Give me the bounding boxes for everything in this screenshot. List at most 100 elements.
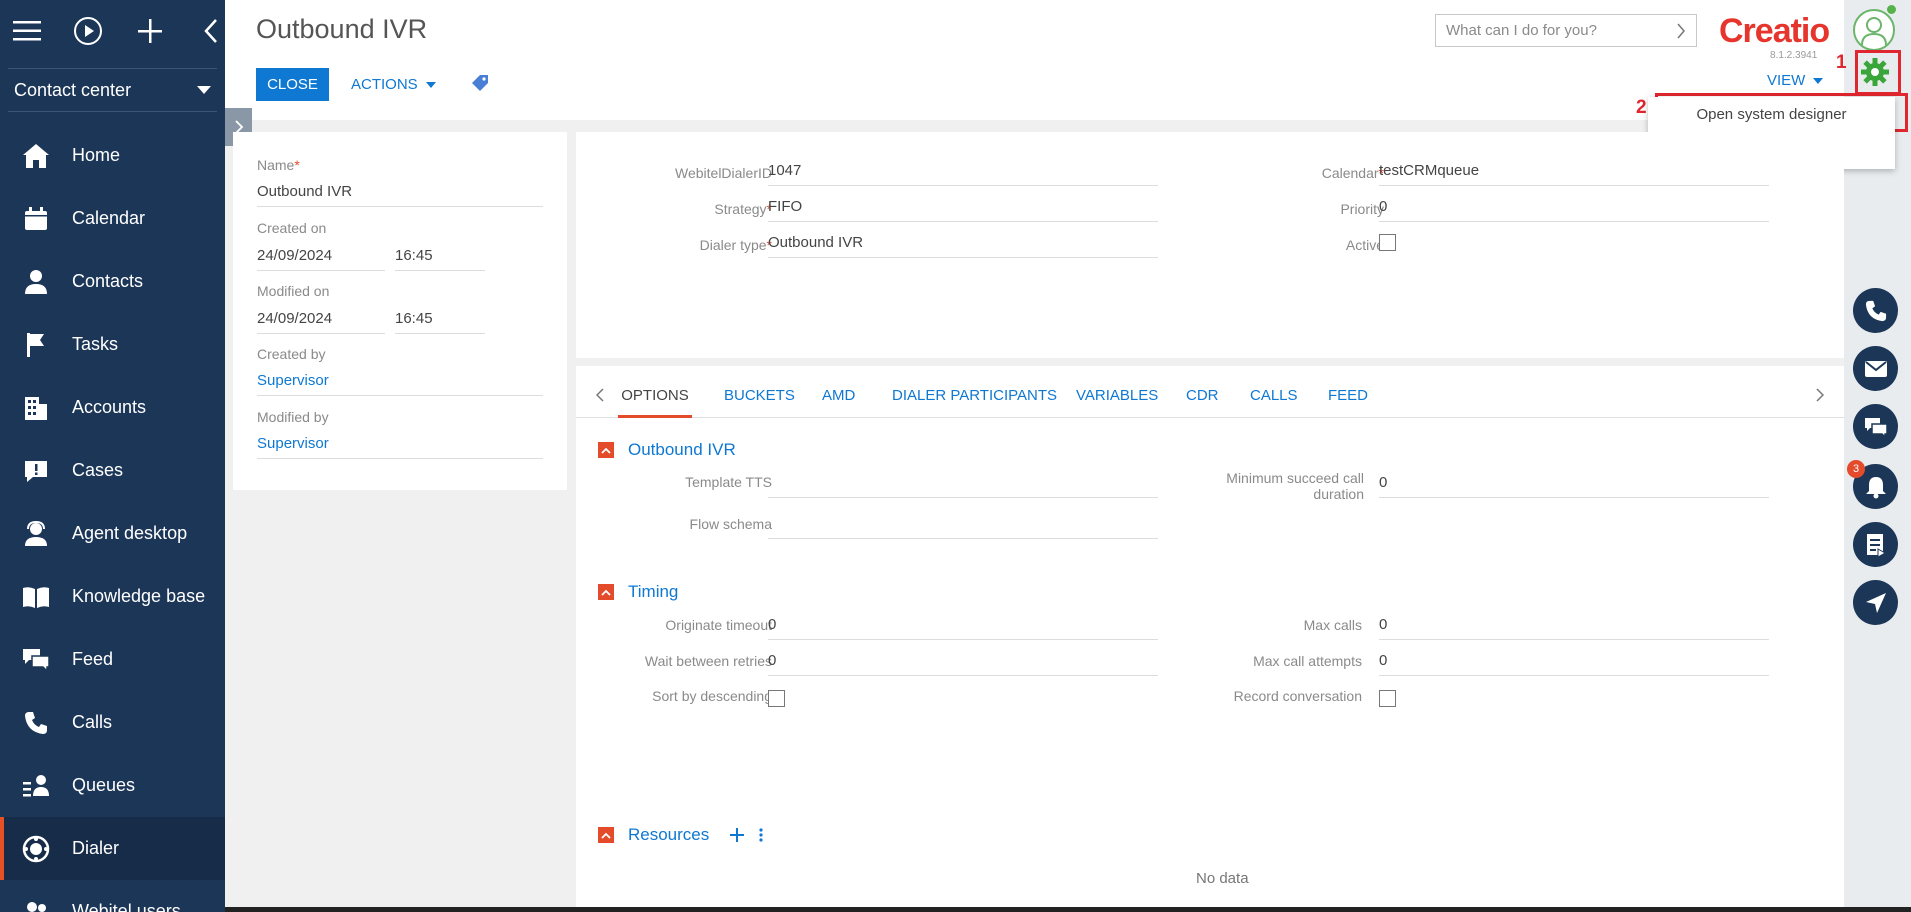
play-icon[interactable] [73,16,103,46]
created-by-link[interactable]: Supervisor [257,372,543,396]
sidebar-item-cases[interactable]: Cases [0,439,225,502]
person-icon [20,266,52,298]
annotation-number-1: 1 [1836,52,1847,73]
tab-options[interactable]: OPTIONS [618,366,692,418]
max-calls-field[interactable]: 0 [1379,614,1769,640]
max-call-attempts-field[interactable]: 0 [1379,650,1769,676]
tab-feed[interactable]: FEED [1328,366,1368,418]
notifications-badge: 3 [1847,460,1865,478]
name-field[interactable]: Outbound IVR [257,183,543,207]
group-timing-header[interactable]: Timing [598,582,678,602]
sidebar-item-webitel-users[interactable]: Webitel users [0,880,225,912]
sidebar-item-accounts[interactable]: Accounts [0,376,225,439]
originate-timeout-field[interactable]: 0 [768,614,1158,640]
dialer-icon [20,833,52,865]
menu-icon[interactable] [12,16,41,46]
chevron-left-icon[interactable] [596,388,604,402]
flow-schema-field[interactable] [768,513,1158,539]
main-fields-card: WebitelDialerID 1047 Strategy* FIFO Dial… [576,132,1844,358]
record-conversation-checkbox[interactable] [1379,690,1396,707]
modified-by-label: Modified by [257,409,329,425]
min-succeed-duration-field[interactable]: 0 [1379,472,1769,498]
more-vertical-icon[interactable] [759,827,763,843]
sidebar-nav: Home Calendar Contacts Tasks Accounts Ca… [0,124,225,912]
sidebar-item-agent-desktop[interactable]: Agent desktop [0,502,225,565]
workspace-selector[interactable]: Contact center [8,68,217,112]
view-button[interactable]: VIEW [1767,72,1823,89]
sort-by-descending-checkbox[interactable] [768,690,785,707]
sidebar-item-contacts[interactable]: Contacts [0,250,225,313]
rail-phone-button[interactable] [1853,288,1898,333]
sidebar-top-bar [0,0,225,62]
rail-send-button[interactable] [1853,580,1898,625]
collapse-group-icon[interactable] [598,442,614,458]
active-checkbox[interactable] [1379,234,1396,251]
sidebar-item-calendar[interactable]: Calendar [0,187,225,250]
sidebar-item-label: Calls [72,712,113,732]
sidebar-item-home[interactable]: Home [0,124,225,187]
strategy-field[interactable]: FIFO [768,196,1158,222]
collapse-group-icon[interactable] [598,827,614,843]
chevron-right-icon[interactable] [1816,388,1824,402]
calendar-label: Calendar* [1321,165,1384,181]
sidebar-item-tasks[interactable]: Tasks [0,313,225,376]
caret-down-icon [197,86,211,94]
modified-time-field[interactable]: 16:45 [395,310,485,334]
profile-avatar[interactable] [1853,9,1895,51]
sidebar-item-label: Home [72,145,121,165]
creatio-logo: Creatio [1719,12,1830,50]
tab-bar: OPTIONS BUCKETS AMD DIALER PARTICIPANTS … [576,366,1844,418]
flow-schema-label: Flow schema [689,516,772,532]
tag-icon[interactable] [471,74,489,96]
wait-between-retries-field[interactable]: 0 [768,650,1158,676]
tab-amd[interactable]: AMD [822,366,855,418]
chat-alert-icon [20,455,52,487]
webitel-dialer-id-field[interactable]: 1047 [768,160,1158,186]
template-tts-label: Template TTS [685,474,772,490]
version-label: 8.1.2.3941 [1770,50,1818,61]
group-outbound-ivr-header[interactable]: Outbound IVR [598,440,736,460]
collapse-group-icon[interactable] [598,584,614,600]
sidebar-item-calls[interactable]: Calls [0,691,225,754]
chevron-right-icon [1677,23,1685,39]
tab-calls[interactable]: CALLS [1250,366,1298,418]
created-time-field[interactable]: 16:45 [395,247,485,271]
sidebar-item-label: Cases [72,460,124,480]
sidebar-item-knowledge-base[interactable]: Knowledge base [0,565,225,628]
modified-date-field[interactable]: 24/09/2024 [257,310,385,334]
sidebar-item-dialer[interactable]: Dialer [0,817,225,880]
dialer-type-label: Dialer type* [699,237,772,253]
calendar-field[interactable]: testCRMqueue [1379,160,1769,186]
tab-buckets[interactable]: BUCKETS [724,366,795,418]
template-tts-field[interactable] [768,472,1158,498]
tab-dialer-participants[interactable]: DIALER PARTICIPANTS [892,366,1057,418]
sidebar-item-label: Queues [72,775,136,795]
created-date-field[interactable]: 24/09/2024 [257,247,385,271]
rail-document-button[interactable] [1853,522,1898,567]
actions-button[interactable]: ACTIONS [351,68,436,101]
collapse-sidebar-icon[interactable] [196,16,225,46]
priority-field[interactable]: 0 [1379,196,1769,222]
plus-icon[interactable] [135,16,164,46]
originate-timeout-label: Originate timeout [665,617,772,633]
page-title: Outbound IVR [256,14,428,44]
tab-variables[interactable]: VARIABLES [1076,366,1158,418]
actions-label: ACTIONS [351,76,418,93]
group-resources-header[interactable]: Resources [598,825,763,845]
rail-chat-button[interactable] [1853,404,1898,449]
close-button[interactable]: CLOSE [256,68,329,101]
menu-item-open-system-designer[interactable]: Open system designer [1648,97,1895,133]
sidebar-item-feed[interactable]: Feed [0,628,225,691]
min-succeed-duration-label: Minimum succeed call duration [1226,470,1364,502]
send-icon [1865,592,1886,613]
caret-down-icon [1812,78,1823,85]
sidebar-item-queues[interactable]: Queues [0,754,225,817]
phone-icon [1865,300,1886,321]
tab-cdr[interactable]: CDR [1186,366,1219,418]
rail-email-button[interactable] [1853,346,1898,391]
command-search-input[interactable]: What can I do for you? [1435,14,1697,47]
modified-on-label: Modified on [257,283,330,299]
modified-by-link[interactable]: Supervisor [257,435,543,459]
dialer-type-field[interactable]: Outbound IVR [768,232,1158,258]
add-icon[interactable] [729,827,745,843]
